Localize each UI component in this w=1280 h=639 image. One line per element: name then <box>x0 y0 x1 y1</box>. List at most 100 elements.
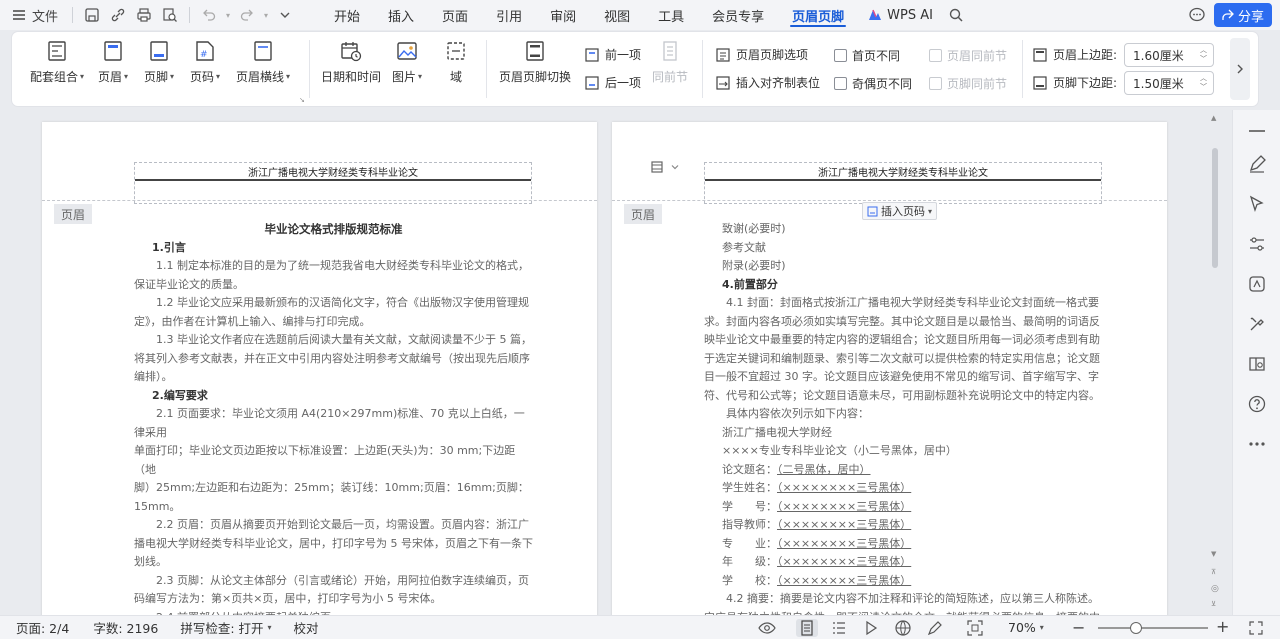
header-top-margin-input[interactable]: 1.60厘米 ︿ ﹀ <box>1124 43 1214 67</box>
text-line[interactable]: 专 业：（××××××××三号黑体） <box>704 535 1103 554</box>
zoom-in-icon[interactable]: + <box>1216 617 1229 636</box>
page-view-icon[interactable] <box>796 619 818 637</box>
body-text[interactable]: 致谢(必要时) 参考文献 附录(必要时) 4.前置部分 4.1 封面：封面格式按浙江广播… <box>704 220 1103 615</box>
web-view-icon[interactable] <box>894 619 912 637</box>
print-button[interactable] <box>131 0 157 30</box>
print-preview-button[interactable] <box>157 0 183 30</box>
more-icon[interactable] <box>1247 434 1267 454</box>
tab-view[interactable]: 视图 <box>590 0 644 30</box>
redo-button[interactable] <box>234 0 260 30</box>
text-line[interactable]: 2.1 页面要求：毕业论文须用 A4(210×297mm)标准、70 克以上白纸… <box>134 405 533 442</box>
fullscreen-icon[interactable] <box>1248 620 1264 636</box>
text-line[interactable]: 附录(必要时) <box>704 257 1103 276</box>
text-line[interactable]: 1.3 毕业论文作者应在选题前后阅读大量有关文献，文献阅读量不少于 5 篇， <box>134 331 533 350</box>
text-line[interactable]: 播电视大学财经类专科毕业论文，居中，打印字号为 5 号宋体，页眉之下有一条下 <box>134 535 533 554</box>
first-page-different-checkbox[interactable]: 首页不同 <box>834 47 900 64</box>
eye-protection-icon[interactable] <box>758 619 776 637</box>
zoom-slider-handle[interactable] <box>1130 622 1142 634</box>
text-line[interactable]: 保证毕业论文的质量。 <box>134 276 533 295</box>
share-button[interactable]: 分享 <box>1214 3 1272 27</box>
header-footer-options-button[interactable]: 页眉页脚选项 <box>715 46 808 63</box>
text-line[interactable]: 单面打印；毕业论文页边距按以下标准设置：上边距(天头)为：30 mm;下边距（地 <box>134 442 533 479</box>
tab-member[interactable]: 会员专享 <box>698 0 778 30</box>
text-line[interactable]: 4.前置部分 <box>704 276 1103 295</box>
chevron-down-icon[interactable] <box>670 162 680 172</box>
document-page-2[interactable]: 浙江广播电视大学财经类专科毕业论文 页眉 插入页码 ▾ 致谢(必要时) 参考文献附… <box>612 122 1167 615</box>
tab-references[interactable]: 引用 <box>482 0 536 30</box>
text-line[interactable]: 1.引言 <box>134 239 533 258</box>
checkbox-box[interactable] <box>929 49 942 62</box>
header-button[interactable]: 页眉 ▾ <box>98 40 128 85</box>
text-line[interactable]: 参考文献 <box>704 239 1103 258</box>
text-line[interactable]: 学 校：（××××××××三号黑体） <box>704 572 1103 591</box>
word-count[interactable]: 字数: 2196 <box>69 618 158 637</box>
spell-check-toggle[interactable]: 拼写检查: 打开 ▾ <box>158 618 271 637</box>
text-line[interactable]: 1.2 毕业论文应采用最新颁布的汉语简化文字，符合《出版物汉字使用管理规 <box>134 294 533 313</box>
scroll-down-icon[interactable]: ▼ <box>1211 550 1216 558</box>
fit-page-icon[interactable] <box>966 619 984 637</box>
text-line[interactable]: 码编写方法为：第×页共×页，居中，打印字号为小 5 号宋体。 <box>134 590 533 609</box>
text-line[interactable]: ××××专业专科毕业论文（小二号黑体，居中） <box>704 442 1103 461</box>
previous-page-icon[interactable]: ⊼ <box>1211 568 1216 576</box>
header-editing-box[interactable]: 浙江广播电视大学财经类专科毕业论文 <box>134 162 532 204</box>
text-line[interactable]: 4.1 封面：封面格式按浙江广播电视大学财经类专科毕业论文封面统一格式要 <box>704 294 1103 313</box>
text-line[interactable]: 目一般不宜超过 30 字。论文题目应该避免使用不常见的缩写词、首字缩写字、字 <box>704 368 1103 387</box>
text-line[interactable]: 映毕业论文中最重要的特定内容的逻辑组合；论文题目所用每一词必须考虑到有助 <box>704 331 1103 350</box>
text-line[interactable]: 编排）。 <box>134 368 533 387</box>
text-line[interactable]: 1.1 制定本标准的目的是为了统一规范我省电大财经类专科毕业论文的格式， <box>134 257 533 276</box>
text-line[interactable]: 定》，由作者在计算机上输入、编排与打印完成。 <box>134 313 533 332</box>
tab-page[interactable]: 页面 <box>428 0 482 30</box>
text-line[interactable]: 将其列入参考文献表，并在正文中引用内容处注明参考文献编号（按出现先后顺序 <box>134 350 533 369</box>
text-line[interactable]: 符、代号和公式等；论文题目语意未尽，可用副标题补充说明论文中的特定内容。 <box>704 387 1103 406</box>
text-line[interactable]: 脚）25mm;左边距和右边距为：25mm；装订线：10mm;页眉：16mm;页脚… <box>134 479 533 516</box>
text-line[interactable]: 2.编写要求 <box>134 387 533 406</box>
tab-tools[interactable]: 工具 <box>644 0 698 30</box>
redo-dropdown[interactable]: ▾ <box>260 0 272 30</box>
select-browse-object-icon[interactable]: ◎ <box>1211 584 1219 594</box>
wps-ai-button[interactable]: WPS AI <box>858 8 943 23</box>
outline-view-icon[interactable] <box>830 619 848 637</box>
file-menu-button[interactable]: 文件 <box>8 0 66 30</box>
insert-tab-stop-button[interactable]: 插入对齐制表位 <box>715 74 820 91</box>
zoom-out-icon[interactable]: − <box>1072 618 1085 637</box>
pen-icon[interactable] <box>1247 154 1267 174</box>
combo-button[interactable]: 配套组合 ▾ <box>30 40 84 85</box>
proofread-button[interactable]: 校对 <box>272 618 319 637</box>
link-button[interactable] <box>105 0 131 30</box>
tools-icon[interactable] <box>1247 314 1267 334</box>
header-settings-icon[interactable] <box>650 160 664 174</box>
comment-button[interactable] <box>1188 7 1206 26</box>
body-text[interactable]: 毕业论文格式排版规范标准 1.引言 1.1 制定本标准的目的是为了统一规范我省电大财… <box>134 220 533 615</box>
text-line[interactable]: 年 级：（××××××××三号黑体） <box>704 553 1103 572</box>
text-line[interactable]: 具体内容依次列示如下内容： <box>704 405 1103 424</box>
checkbox-box[interactable] <box>929 77 942 90</box>
same-as-previous-button[interactable]: 同前节 <box>652 40 688 85</box>
scrollbar-thumb[interactable] <box>1212 148 1218 268</box>
collapse-panel-icon[interactable] <box>1249 130 1265 132</box>
save-button[interactable] <box>79 0 105 30</box>
document-canvas[interactable]: 浙江广播电视大学财经类专科毕业论文 页眉 毕业论文格式排版规范标准 1.引言 1.1… <box>0 110 1224 615</box>
picture-button[interactable]: 图片 ▾ <box>392 40 422 85</box>
field-button[interactable]: 域 <box>445 40 467 85</box>
text-line[interactable]: 毕业论文格式排版规范标准 <box>134 220 533 239</box>
zoom-level-dropdown[interactable]: 70% ▾ <box>1008 620 1044 635</box>
zoom-slider[interactable] <box>1098 627 1208 629</box>
tab-review[interactable]: 审阅 <box>536 0 590 30</box>
header-float-toolbar[interactable] <box>650 160 680 174</box>
search-button[interactable] <box>943 0 969 30</box>
vertical-scrollbar[interactable]: ▲ ▼ ⊼ ◎ ⊻ <box>1208 110 1222 615</box>
header-same-as-previous-checkbox[interactable]: 页眉同前节 <box>929 47 1007 64</box>
ribbon-expand-button[interactable] <box>1230 38 1250 100</box>
previous-item-button[interactable]: 前一项 <box>584 46 641 63</box>
ai-writing-icon[interactable] <box>1247 274 1267 294</box>
tab-insert[interactable]: 插入 <box>374 0 428 30</box>
dialog-launcher-icon[interactable]: ↘ <box>299 96 305 104</box>
text-line[interactable]: 学生姓名：（××××××××三号黑体） <box>704 479 1103 498</box>
scroll-up-icon[interactable]: ▲ <box>1211 114 1216 122</box>
tab-start[interactable]: 开始 <box>320 0 374 30</box>
date-time-button[interactable]: 日期和时间 <box>321 40 381 85</box>
text-line[interactable]: 2.2 页眉：页眉从摘要页开始到论文最后一页，均需设置。页眉内容：浙江广 <box>134 516 533 535</box>
header-editing-box[interactable]: 浙江广播电视大学财经类专科毕业论文 <box>704 162 1102 204</box>
header-footer-switch-button[interactable]: 页眉页脚切换 <box>499 40 571 85</box>
checkbox-box[interactable] <box>834 77 847 90</box>
